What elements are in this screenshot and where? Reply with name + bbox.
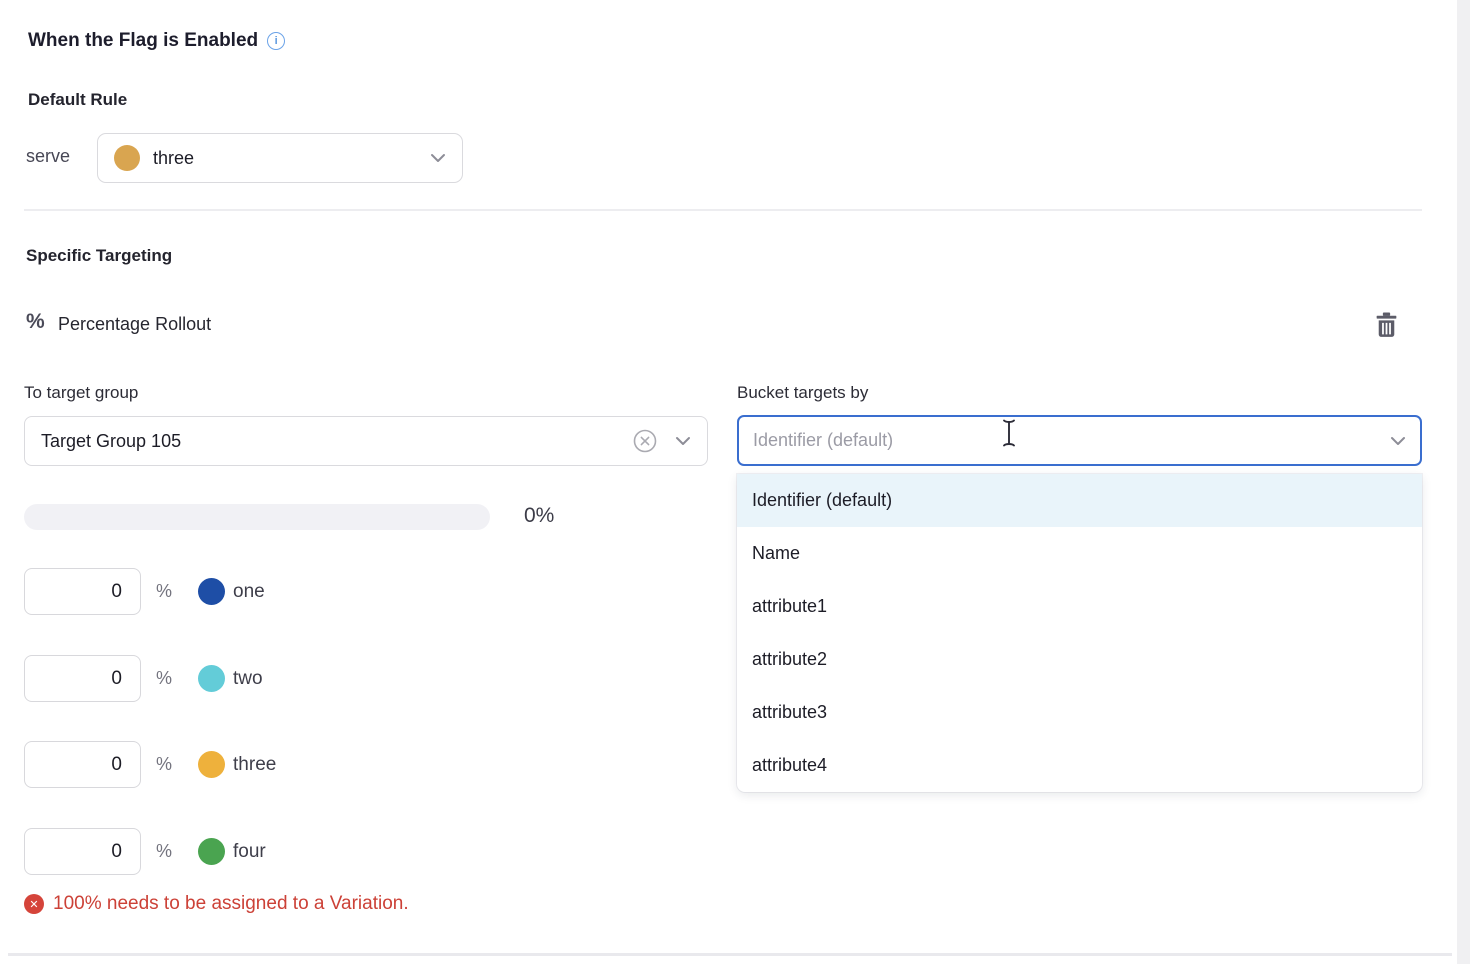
section-divider bbox=[24, 209, 1422, 211]
variation-row: % three bbox=[24, 741, 276, 788]
dropdown-option-identifier[interactable]: Identifier (default) bbox=[737, 474, 1422, 527]
percent-symbol: % bbox=[156, 841, 172, 862]
variation-row: % four bbox=[24, 828, 266, 875]
validation-error: ✕ 100% needs to be assigned to a Variati… bbox=[24, 893, 409, 915]
variation-percent-input[interactable] bbox=[24, 828, 141, 875]
chevron-down-icon bbox=[430, 153, 446, 163]
rollout-progress-bar bbox=[24, 504, 490, 530]
target-group-value: Target Group 105 bbox=[41, 431, 181, 452]
bucket-targets-combobox[interactable] bbox=[737, 415, 1422, 466]
variation-percent-input[interactable] bbox=[24, 568, 141, 615]
percent-symbol: % bbox=[156, 581, 172, 602]
bucket-targets-label: Bucket targets by bbox=[737, 383, 868, 403]
dropdown-option-attribute1[interactable]: attribute1 bbox=[737, 580, 1422, 633]
variation-color-dot bbox=[198, 838, 225, 865]
variation-name: two bbox=[233, 668, 263, 690]
bucket-targets-input[interactable] bbox=[753, 430, 1390, 451]
variation-name: one bbox=[233, 581, 265, 603]
error-icon: ✕ bbox=[24, 894, 44, 914]
dropdown-option-attribute4[interactable]: attribute4 bbox=[737, 739, 1422, 792]
default-variation-select[interactable]: three bbox=[97, 133, 463, 183]
section-divider bbox=[8, 953, 1452, 956]
variation-color-dot bbox=[198, 751, 225, 778]
error-message: 100% needs to be assigned to a Variation… bbox=[53, 893, 409, 915]
rollout-total-percent: 0% bbox=[524, 504, 554, 528]
variation-row: % one bbox=[24, 568, 265, 615]
trash-icon bbox=[1374, 311, 1399, 339]
default-rule-heading: Default Rule bbox=[28, 90, 127, 110]
chevron-down-icon bbox=[675, 436, 691, 446]
target-group-label: To target group bbox=[24, 383, 138, 403]
variation-name: three bbox=[233, 754, 276, 776]
variation-color-dot bbox=[198, 665, 225, 692]
percent-icon: % bbox=[26, 310, 45, 334]
variation-percent-input[interactable] bbox=[24, 741, 141, 788]
dropdown-option-attribute3[interactable]: attribute3 bbox=[737, 686, 1422, 739]
variation-name: four bbox=[233, 841, 266, 863]
chevron-down-icon[interactable] bbox=[1390, 436, 1406, 446]
page-title: When the Flag is Enabled i bbox=[28, 30, 285, 52]
flag-targeting-panel: When the Flag is Enabled i Default Rule … bbox=[0, 0, 1470, 964]
target-group-select[interactable]: Target Group 105 bbox=[24, 416, 708, 466]
dropdown-option-attribute2[interactable]: attribute2 bbox=[737, 633, 1422, 686]
percent-symbol: % bbox=[156, 668, 172, 689]
panel-right-edge bbox=[1457, 0, 1470, 964]
serve-label: serve bbox=[26, 146, 70, 167]
variation-row: % two bbox=[24, 655, 263, 702]
variation-percent-input[interactable] bbox=[24, 655, 141, 702]
delete-rule-button[interactable] bbox=[1370, 308, 1402, 342]
variation-color-dot bbox=[198, 578, 225, 605]
percent-symbol: % bbox=[156, 754, 172, 775]
rule-title: Percentage Rollout bbox=[58, 314, 211, 335]
bucket-targets-dropdown: Identifier (default) Name attribute1 att… bbox=[737, 474, 1422, 792]
info-icon[interactable]: i bbox=[267, 32, 285, 50]
clear-selection-icon[interactable] bbox=[632, 428, 658, 454]
selected-variation-name: three bbox=[153, 148, 194, 169]
specific-targeting-heading: Specific Targeting bbox=[26, 246, 172, 266]
page-title-text: When the Flag is Enabled bbox=[28, 30, 258, 52]
dropdown-option-name[interactable]: Name bbox=[737, 527, 1422, 580]
variation-color-dot bbox=[114, 145, 140, 171]
